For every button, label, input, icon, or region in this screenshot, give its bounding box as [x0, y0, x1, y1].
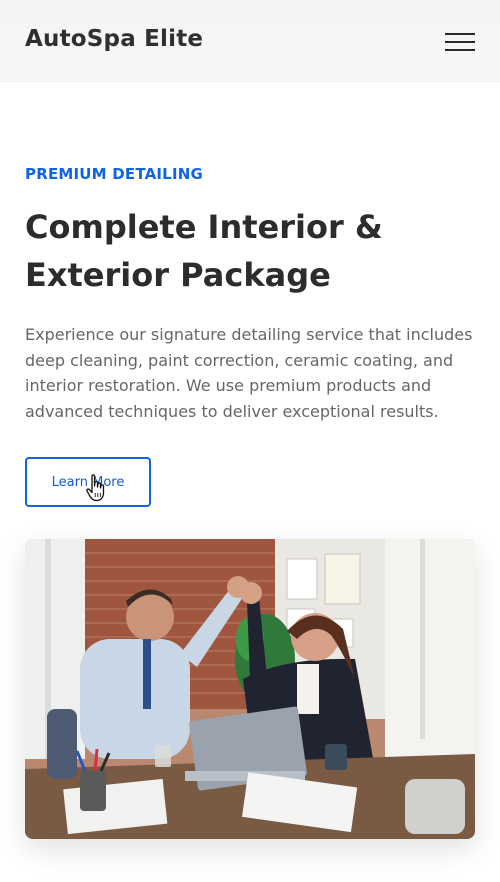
section-eyebrow: PREMIUM DETAILING — [25, 165, 203, 183]
page-title: Complete Interior & Exterior Package — [25, 208, 383, 294]
section-description: Experience our signature detailing servi… — [25, 325, 473, 421]
two-colleagues-high-five-photo — [25, 539, 475, 839]
hero-image-card — [25, 539, 475, 839]
menu-line — [445, 41, 475, 43]
hamburger-menu-icon[interactable] — [443, 31, 477, 53]
menu-line — [445, 33, 475, 35]
menu-line — [445, 49, 475, 51]
brand-logo-text[interactable]: AutoSpa Elite — [25, 26, 203, 52]
learn-more-button[interactable]: Learn More — [25, 457, 151, 507]
site-header: AutoSpa Elite — [0, 0, 500, 82]
